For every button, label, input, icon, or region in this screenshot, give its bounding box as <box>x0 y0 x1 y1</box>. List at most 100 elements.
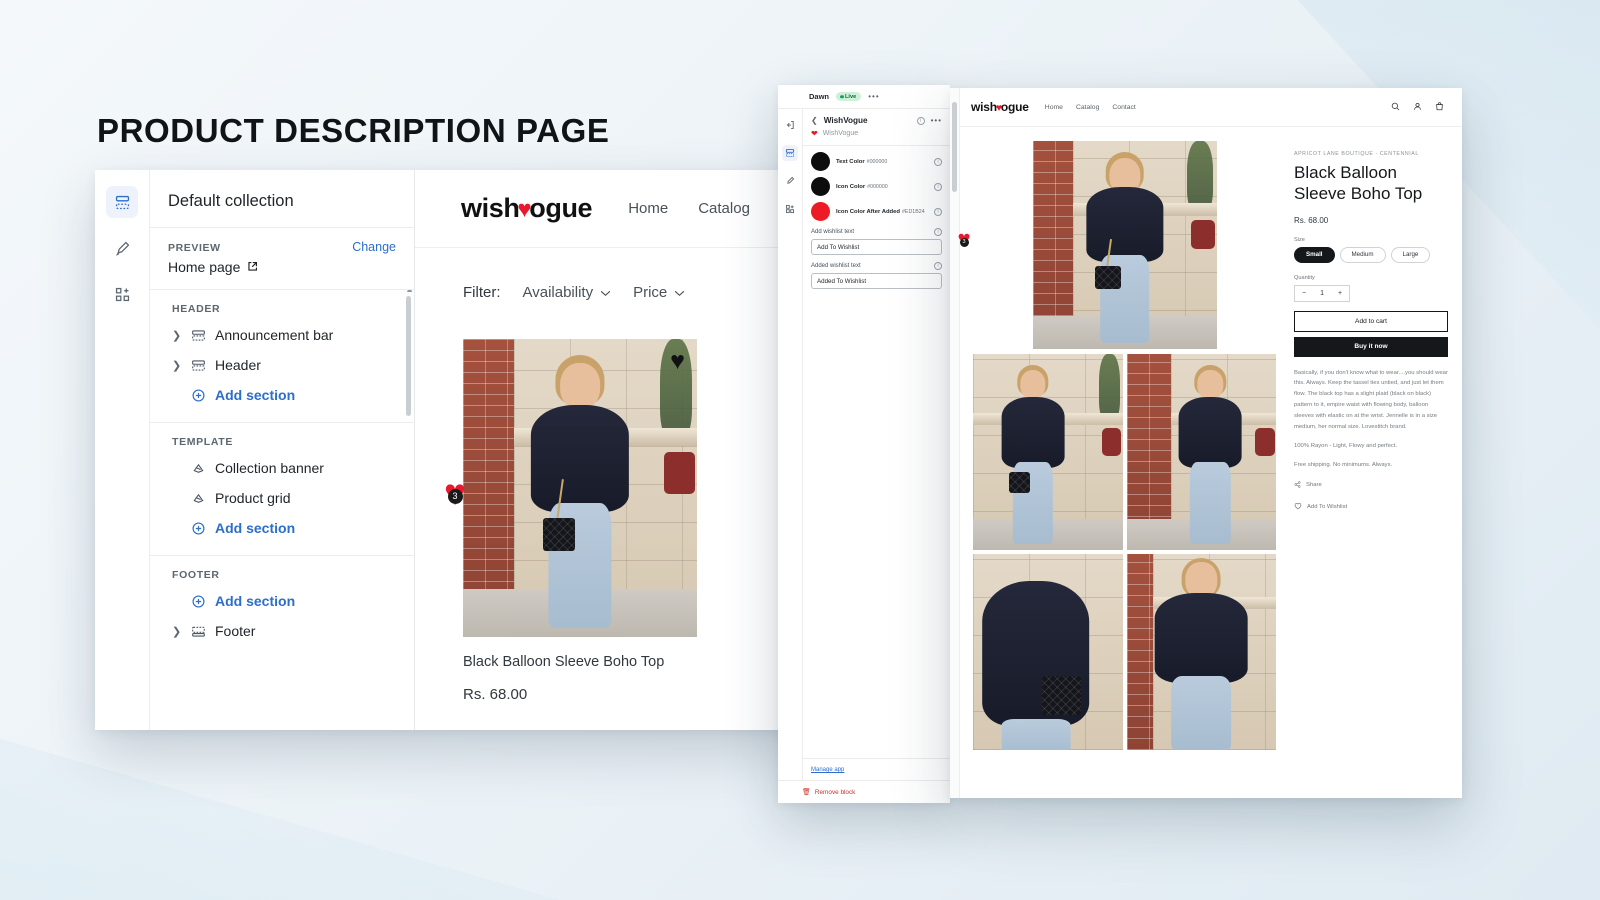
quantity-stepper[interactable]: − 1 + <box>1294 284 1351 302</box>
setting-icon-color[interactable]: Icon Color #000000 i <box>811 177 942 196</box>
apps-icon[interactable] <box>106 278 138 310</box>
app-title: WishVogue <box>823 116 868 125</box>
nav-item-contact[interactable]: Contact <box>1112 104 1135 111</box>
gallery-image[interactable] <box>973 354 1123 550</box>
pdp-scroll-rail[interactable] <box>950 88 960 798</box>
size-option-small[interactable]: Small <box>1294 246 1335 263</box>
chevron-right-icon[interactable]: ❯ <box>172 625 182 638</box>
sidebar-item-label: Announcement bar <box>215 327 334 343</box>
filter-availability[interactable]: Availability <box>523 284 612 301</box>
more-options-icon[interactable]: ••• <box>868 92 879 101</box>
product-image[interactable]: ♥ <box>463 339 697 637</box>
size-option-large[interactable]: Large <box>1390 246 1431 263</box>
add-section-button-header[interactable]: ❯ Add section <box>150 380 414 410</box>
sections-icon[interactable] <box>782 145 798 161</box>
group-title: HEADER <box>172 303 221 315</box>
gallery-image[interactable] <box>1126 554 1276 750</box>
change-preview-button[interactable]: Change <box>352 240 396 254</box>
sidebar-item-header[interactable]: ❯ Header <box>150 350 414 380</box>
add-wishlist-text-input[interactable]: Add To Wishlist <box>811 239 942 255</box>
size-option-medium[interactable]: Medium <box>1339 246 1386 263</box>
color-swatch[interactable] <box>811 152 830 171</box>
buy-it-now-button[interactable]: Buy it now <box>1294 336 1448 357</box>
external-link-icon[interactable] <box>247 259 258 275</box>
wishlist-heart-icon[interactable]: ♥ <box>670 349 685 374</box>
add-to-wishlist-button[interactable]: Add To Wishlist <box>1294 502 1448 512</box>
plus-circle-icon <box>191 521 206 536</box>
description-paragraph: Free shipping. No minimums. Always. <box>1294 461 1393 468</box>
product-card-title[interactable]: Black Balloon Sleeve Boho Top <box>463 654 697 670</box>
quantity-increase-button[interactable]: + <box>1331 286 1349 301</box>
gallery-main-image[interactable] <box>1032 141 1217 349</box>
product-card[interactable]: ♥ ♥ 3 Black Balloon Sleeve Boho Top Rs. … <box>444 339 697 703</box>
editor-panel-title: Default collection <box>150 170 414 228</box>
exit-icon[interactable] <box>782 117 798 133</box>
quantity-decrease-button[interactable]: − <box>1295 286 1313 301</box>
field-label: Add wishlist text <box>811 229 855 235</box>
info-icon[interactable]: i <box>916 116 925 125</box>
manage-app-link[interactable]: Manage app <box>811 767 844 773</box>
add-section-button-template[interactable]: ❯ Add section <box>150 513 414 543</box>
chevron-right-icon[interactable]: ❯ <box>172 359 182 372</box>
sidebar-item-announcement-bar[interactable]: ❯ Announcement bar <box>150 320 414 350</box>
app-topbar: Dawn Live ••• <box>778 85 950 109</box>
sidebar-item-footer[interactable]: ❯ Footer <box>150 616 414 646</box>
remove-block-button[interactable]: 🗑 Remove block <box>778 780 950 803</box>
paint-brush-icon[interactable] <box>782 173 798 189</box>
color-swatch[interactable] <box>811 202 830 221</box>
added-wishlist-text-input[interactable]: Added To Wishlist <box>811 273 942 289</box>
preview-page-row[interactable]: Home page <box>168 259 396 275</box>
color-swatch[interactable] <box>811 177 830 196</box>
description-paragraph: 100% Rayon - Light, Flowy and perfect. <box>1294 443 1398 450</box>
filter-price[interactable]: Price <box>633 284 685 301</box>
info-icon[interactable]: i <box>934 157 942 166</box>
sections-icon[interactable] <box>106 186 138 218</box>
storefront-preview: wish♥ogue Home Catalog Contact Filter: A… <box>415 170 810 730</box>
gallery-image[interactable] <box>973 554 1123 750</box>
app-block-row[interactable]: ❤ WishVogue <box>803 129 950 146</box>
nav-item-home[interactable]: Home <box>628 200 668 217</box>
info-icon[interactable]: i <box>934 182 942 191</box>
more-options-icon[interactable]: ••• <box>931 116 942 125</box>
filter-bar: Filter: Availability Price <box>415 248 810 301</box>
sidebar-item-collection-banner[interactable]: ❯ Collection banner <box>150 453 414 483</box>
product-detail-window: wish ♥ ogue Home Catalog Contact APRICOT… <box>950 88 1462 798</box>
pdp-gallery <box>960 141 1282 798</box>
gallery-thumbnail-grid <box>973 354 1276 750</box>
sidebar-item-product-grid[interactable]: ❯ Product grid <box>150 483 414 513</box>
setting-value: #ED1B24 <box>901 209 925 215</box>
info-icon[interactable]: i <box>934 207 942 216</box>
share-button[interactable]: Share <box>1294 481 1448 490</box>
editor-list-scrollbar[interactable] <box>406 296 411 416</box>
gallery-image[interactable] <box>1126 354 1276 550</box>
info-icon[interactable]: i <box>934 228 942 236</box>
pdp-scrollbar-thumb[interactable] <box>952 102 957 192</box>
nav-item-home[interactable]: Home <box>1045 104 1063 111</box>
setting-text-color[interactable]: Text Color #000000 i <box>811 152 942 171</box>
info-icon[interactable]: i <box>934 262 942 270</box>
wishlist-count: 3 <box>959 237 969 247</box>
nav-item-catalog[interactable]: Catalog <box>698 200 750 217</box>
description-paragraph: Basically, if you don't know what to wea… <box>1294 369 1448 431</box>
share-label: Share <box>1306 482 1322 489</box>
chevron-right-icon[interactable]: ❯ <box>172 329 182 342</box>
section-group-template: TEMPLATE ❯ Collection banner ❯ <box>150 423 414 556</box>
nav-item-catalog[interactable]: Catalog <box>1076 104 1099 111</box>
paint-brush-icon[interactable] <box>106 232 138 264</box>
pdp-nav: Home Catalog Contact <box>1045 104 1136 111</box>
quantity-value[interactable]: 1 <box>1313 286 1331 301</box>
preview-page-label: Home page <box>168 259 241 275</box>
store-logo[interactable]: wish ♥ ogue <box>971 100 1029 114</box>
app-settings-window: Dawn Live ••• ❮ WishVogue i ••• ❤ WishVo… <box>778 85 950 803</box>
logo-text-before: wish <box>971 100 997 114</box>
store-logo[interactable]: wish ♥ ogue <box>461 193 593 224</box>
back-chevron-icon[interactable]: ❮ <box>811 116 818 125</box>
setting-icon-color-after-added[interactable]: Icon Color After Added #ED1B24 i <box>811 202 942 221</box>
scroll-up-arrow[interactable]: ▲ <box>405 290 414 294</box>
account-icon[interactable] <box>1413 98 1422 116</box>
apps-icon[interactable] <box>782 201 798 217</box>
cart-icon[interactable] <box>1435 98 1444 116</box>
add-to-cart-button[interactable]: Add to cart <box>1294 310 1448 332</box>
search-icon[interactable] <box>1391 98 1400 116</box>
add-section-button-footer[interactable]: ❯ Add section <box>150 586 414 616</box>
